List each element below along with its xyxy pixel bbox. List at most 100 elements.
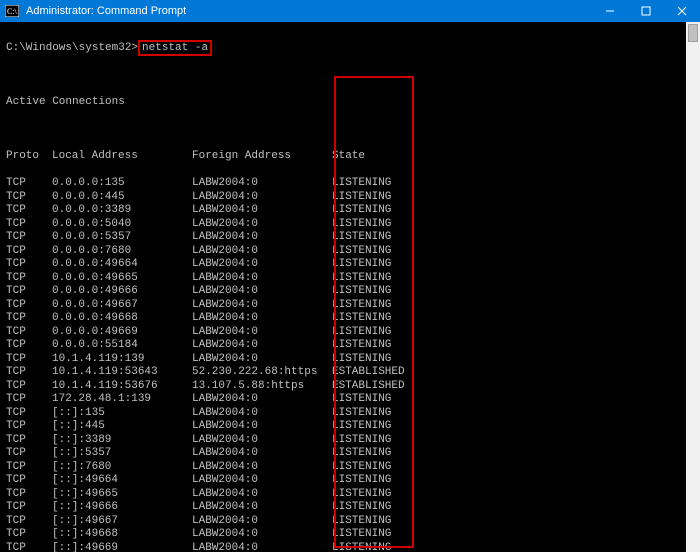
cell-proto: TCP xyxy=(6,177,52,191)
prompt-line: C:\Windows\system32>netstat -a xyxy=(6,40,680,56)
window-title: Administrator: Command Prompt xyxy=(26,5,592,17)
state-column-highlight xyxy=(334,76,414,548)
cell-local: [::]:49669 xyxy=(52,542,192,552)
vertical-scrollbar[interactable] xyxy=(686,22,700,552)
cell-local: 10.1.4.119:53676 xyxy=(52,380,192,394)
cell-proto: TCP xyxy=(6,245,52,259)
cell-foreign: LABW2004:0 xyxy=(192,326,332,340)
cell-proto: TCP xyxy=(6,380,52,394)
prompt-path: C:\Windows\system32> xyxy=(6,42,138,54)
cell-local: 0.0.0.0:49667 xyxy=(52,299,192,313)
minimize-icon xyxy=(605,6,615,16)
cell-proto: TCP xyxy=(6,393,52,407)
cell-local: 0.0.0.0:49665 xyxy=(52,272,192,286)
cell-foreign: LABW2004:0 xyxy=(192,393,332,407)
cell-foreign: LABW2004:0 xyxy=(192,312,332,326)
maximize-icon xyxy=(641,6,651,16)
cell-foreign: LABW2004:0 xyxy=(192,299,332,313)
cell-foreign: LABW2004:0 xyxy=(192,528,332,542)
cell-local: [::]:5357 xyxy=(52,447,192,461)
cell-proto: TCP xyxy=(6,326,52,340)
cell-local: [::]:49667 xyxy=(52,515,192,529)
cell-proto: TCP xyxy=(6,542,52,552)
cell-proto: TCP xyxy=(6,515,52,529)
maximize-button[interactable] xyxy=(628,0,664,22)
cell-foreign: LABW2004:0 xyxy=(192,515,332,529)
cell-local: 0.0.0.0:49666 xyxy=(52,285,192,299)
close-button[interactable] xyxy=(664,0,700,22)
cell-proto: TCP xyxy=(6,258,52,272)
cell-local: [::]:49666 xyxy=(52,501,192,515)
cell-local: 0.0.0.0:445 xyxy=(52,191,192,205)
cell-local: 0.0.0.0:7680 xyxy=(52,245,192,259)
cell-local: 10.1.4.119:139 xyxy=(52,353,192,367)
cell-foreign: LABW2004:0 xyxy=(192,420,332,434)
cell-foreign: LABW2004:0 xyxy=(192,258,332,272)
cell-foreign: LABW2004:0 xyxy=(192,231,332,245)
cell-local: 0.0.0.0:5040 xyxy=(52,218,192,232)
cell-foreign: LABW2004:0 xyxy=(192,339,332,353)
cell-local: [::]:445 xyxy=(52,420,192,434)
cell-foreign: LABW2004:0 xyxy=(192,218,332,232)
cell-proto: TCP xyxy=(6,285,52,299)
cell-foreign: LABW2004:0 xyxy=(192,461,332,475)
cell-local: [::]:49665 xyxy=(52,488,192,502)
cell-local: [::]:7680 xyxy=(52,461,192,475)
cell-local: 10.1.4.119:53643 xyxy=(52,366,192,380)
cell-foreign: LABW2004:0 xyxy=(192,272,332,286)
cell-foreign: LABW2004:0 xyxy=(192,434,332,448)
svg-text:C:\: C:\ xyxy=(7,7,18,16)
cell-foreign: 52.230.222.68:https xyxy=(192,366,332,380)
cell-proto: TCP xyxy=(6,461,52,475)
cell-foreign: 13.107.5.88:https xyxy=(192,380,332,394)
cell-foreign: LABW2004:0 xyxy=(192,488,332,502)
cell-proto: TCP xyxy=(6,191,52,205)
cell-proto: TCP xyxy=(6,488,52,502)
cell-local: 0.0.0.0:49669 xyxy=(52,326,192,340)
cell-foreign: LABW2004:0 xyxy=(192,542,332,552)
cell-proto: TCP xyxy=(6,204,52,218)
cell-proto: TCP xyxy=(6,447,52,461)
cell-local: [::]:49664 xyxy=(52,474,192,488)
cell-local: 0.0.0.0:49668 xyxy=(52,312,192,326)
col-foreign: Foreign Address xyxy=(192,150,332,164)
cell-local: 0.0.0.0:5357 xyxy=(52,231,192,245)
cell-local: 0.0.0.0:135 xyxy=(52,177,192,191)
cell-proto: TCP xyxy=(6,353,52,367)
cell-foreign: LABW2004:0 xyxy=(192,407,332,421)
cell-foreign: LABW2004:0 xyxy=(192,245,332,259)
typed-command: netstat -a xyxy=(138,40,212,56)
cell-foreign: LABW2004:0 xyxy=(192,285,332,299)
col-proto: Proto xyxy=(6,150,52,164)
cell-local: [::]:3389 xyxy=(52,434,192,448)
cell-local: [::]:135 xyxy=(52,407,192,421)
cell-proto: TCP xyxy=(6,272,52,286)
cell-local: [::]:49668 xyxy=(52,528,192,542)
cell-foreign: LABW2004:0 xyxy=(192,204,332,218)
cell-foreign: LABW2004:0 xyxy=(192,501,332,515)
command-prompt-window: C:\ Administrator: Command Prompt C:\Win… xyxy=(0,0,700,552)
cell-proto: TCP xyxy=(6,501,52,515)
minimize-button[interactable] xyxy=(592,0,628,22)
cell-proto: TCP xyxy=(6,312,52,326)
col-local: Local Address xyxy=(52,150,192,164)
cell-foreign: LABW2004:0 xyxy=(192,191,332,205)
cell-local: 0.0.0.0:49664 xyxy=(52,258,192,272)
cell-proto: TCP xyxy=(6,366,52,380)
cell-proto: TCP xyxy=(6,299,52,313)
cell-foreign: LABW2004:0 xyxy=(192,447,332,461)
cmd-icon: C:\ xyxy=(4,3,20,19)
close-icon xyxy=(677,6,687,16)
cell-foreign: LABW2004:0 xyxy=(192,474,332,488)
cell-local: 0.0.0.0:55184 xyxy=(52,339,192,353)
cell-proto: TCP xyxy=(6,420,52,434)
cell-foreign: LABW2004:0 xyxy=(192,177,332,191)
cell-proto: TCP xyxy=(6,231,52,245)
cell-proto: TCP xyxy=(6,474,52,488)
scrollbar-thumb[interactable] xyxy=(688,24,698,42)
cell-proto: TCP xyxy=(6,339,52,353)
titlebar[interactable]: C:\ Administrator: Command Prompt xyxy=(0,0,700,22)
cell-local: 0.0.0.0:3389 xyxy=(52,204,192,218)
cell-foreign: LABW2004:0 xyxy=(192,353,332,367)
cell-proto: TCP xyxy=(6,407,52,421)
